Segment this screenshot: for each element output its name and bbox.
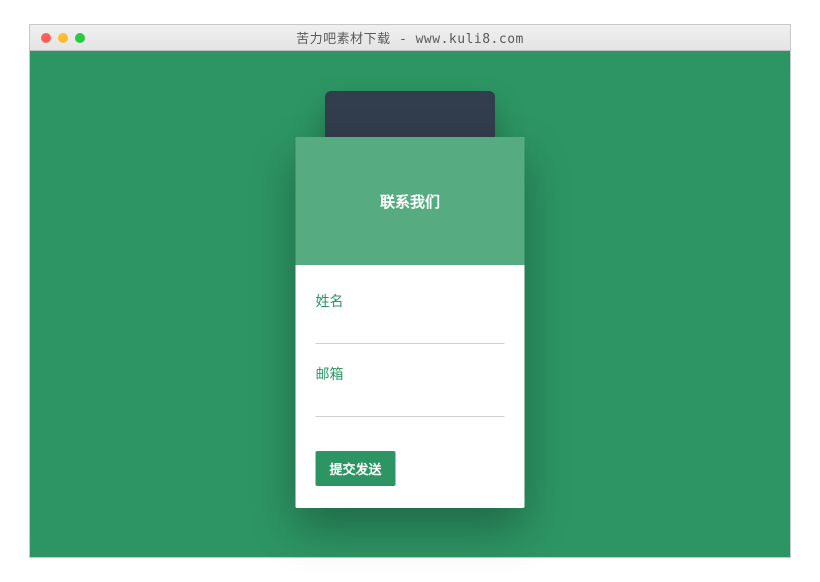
form-body: 姓名 邮箱 提交发送: [296, 265, 525, 508]
name-field-group: 姓名: [316, 291, 505, 344]
window-title: 苦力吧素材下载 - www.kuli8.com: [30, 28, 790, 47]
email-field-group: 邮箱: [316, 364, 505, 417]
form-header: 联系我们: [296, 137, 525, 265]
submit-button[interactable]: 提交发送: [316, 451, 396, 486]
name-input[interactable]: [316, 317, 505, 344]
form-title: 联系我们: [380, 191, 440, 212]
email-label: 邮箱: [316, 364, 505, 384]
name-label: 姓名: [316, 291, 505, 311]
browser-window: 苦力吧素材下载 - www.kuli8.com 联系我们 姓名 邮箱 提交发送: [29, 24, 791, 558]
email-input[interactable]: [316, 390, 505, 417]
browser-titlebar: 苦力吧素材下载 - www.kuli8.com: [30, 25, 790, 51]
page-viewport: 联系我们 姓名 邮箱 提交发送: [30, 51, 790, 557]
contact-form-card: 联系我们 姓名 邮箱 提交发送: [296, 137, 525, 508]
